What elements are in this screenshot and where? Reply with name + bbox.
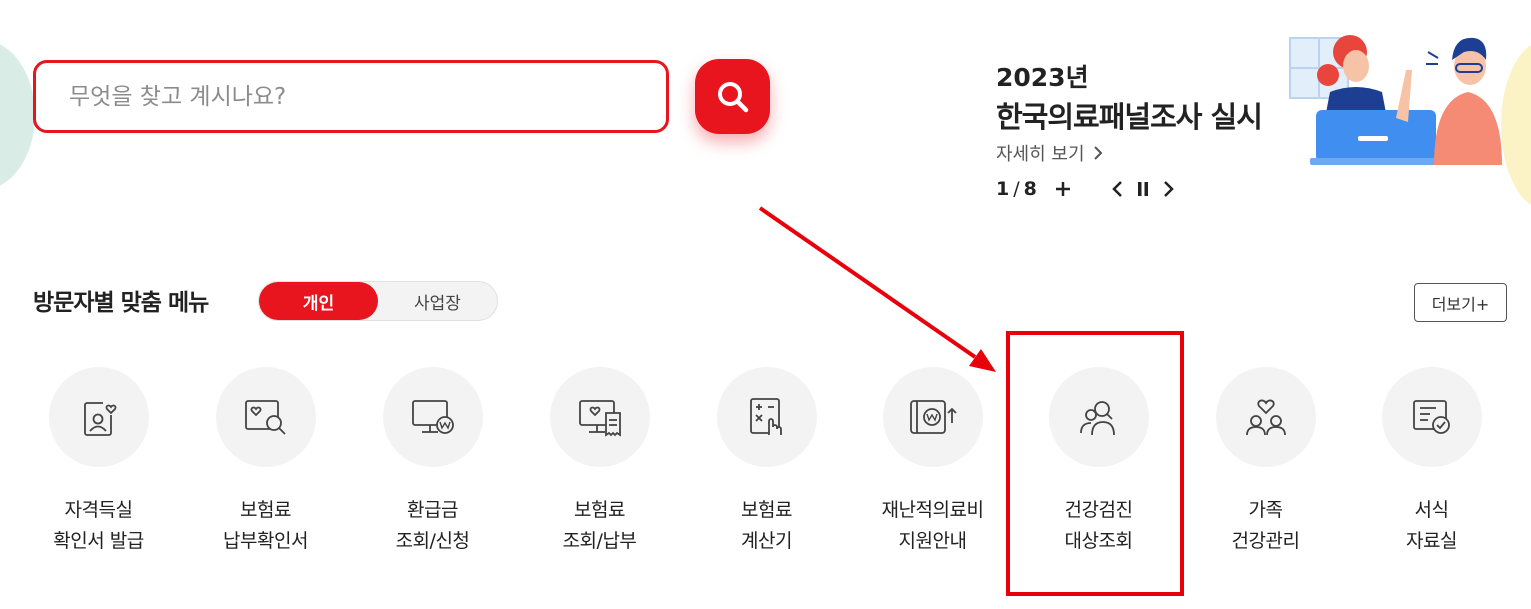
id-card-heart-icon	[83, 402, 116, 436]
visitor-type-toggle: 개인 사업장	[258, 281, 498, 321]
menu-icon-circle	[382, 367, 483, 467]
menu-icon-circle	[882, 367, 983, 467]
search-box	[33, 60, 669, 133]
banner-title: 한국의료패널조사 실시	[996, 100, 1263, 134]
monitor-receipt-icon	[578, 400, 621, 437]
plus-icon	[1055, 182, 1070, 196]
pager-pause-button[interactable]	[1137, 181, 1149, 197]
pager-next-button[interactable]	[1163, 180, 1175, 198]
pager-current: 1	[996, 178, 1010, 200]
menu-item-health-checkup-eligibility[interactable]: 건강검진 대상조회	[1015, 367, 1182, 567]
menu-icon-circle	[1215, 367, 1316, 467]
menu-icon-circle	[549, 367, 650, 467]
menu-icon-circle	[1048, 367, 1149, 467]
menu-item-label: 보험료 계산기	[741, 499, 792, 552]
people-search-icon	[1079, 401, 1115, 436]
search-input[interactable]	[36, 63, 666, 130]
document-search-icon	[244, 400, 286, 435]
menu-icon-circle	[716, 367, 817, 467]
pager-separator: /	[1013, 178, 1020, 200]
menu-item-label: 건강검진 대상조회	[1064, 499, 1133, 552]
menu-item-label: 환급금 조회/신청	[395, 499, 470, 552]
form-check-icon	[1412, 400, 1450, 434]
chevron-right-icon	[1163, 181, 1174, 197]
menu-item-catastrophic-medical-support[interactable]: 재난적의료비 지원안내	[849, 367, 1016, 567]
decorative-circle-left	[0, 40, 35, 190]
chevron-left-icon	[1112, 181, 1122, 197]
banner-more-label: 자세히 보기	[996, 144, 1085, 165]
menu-icon-circle	[48, 367, 149, 467]
menu-heading: 방문자별 맞춤 메뉴	[33, 290, 209, 316]
search-icon	[717, 81, 748, 112]
menu-item-eligibility-certificate[interactable]: 자격득실 확인서 발급	[15, 367, 182, 567]
menu-item-premium-payment-certificate[interactable]: 보험료 납부확인서	[182, 367, 349, 567]
banner-year: 2023년	[996, 63, 1089, 92]
pager-total: 8	[1023, 178, 1037, 200]
pause-icon	[1137, 182, 1148, 196]
menu-item-label: 자격득실 확인서 발급	[53, 499, 144, 552]
pager-expand-button[interactable]	[1055, 181, 1071, 197]
menu-item-forms-library[interactable]: 서식 자료실	[1348, 367, 1515, 567]
menu-item-label: 서식 자료실	[1406, 499, 1457, 552]
menu-item-premium-calculator[interactable]: 보험료 계산기	[683, 367, 850, 567]
banner-pager: 1 / 8	[996, 178, 1175, 200]
menu-item-label: 재난적의료비 지원안내	[881, 499, 984, 552]
menu-item-premium-inquiry-payment[interactable]: 보험료 조회/납부	[516, 367, 683, 567]
menu-icon-circle	[215, 367, 316, 467]
menu-item-refund-inquiry[interactable]: 환급금 조회/신청	[349, 367, 516, 567]
more-button[interactable]: 더보기+	[1414, 283, 1507, 322]
toggle-personal[interactable]: 개인	[259, 282, 378, 320]
banner-illustration	[1289, 35, 1502, 165]
menu-item-family-health-management[interactable]: 가족 건강관리	[1182, 367, 1349, 567]
menu-item-label: 보험료 납부확인서	[223, 499, 308, 552]
toggle-business[interactable]: 사업장	[378, 282, 497, 320]
menu-item-label: 보험료 조회/납부	[562, 499, 637, 552]
menu-icon-circle	[1381, 367, 1482, 467]
family-heart-icon	[1245, 399, 1286, 436]
menu-item-label: 가족 건강관리	[1231, 499, 1300, 552]
wallet-won-icon	[909, 400, 957, 434]
banner-more-link[interactable]: 자세히 보기	[996, 140, 1103, 166]
monitor-won-icon	[411, 400, 454, 434]
chevron-right-icon	[1093, 146, 1102, 160]
pager-prev-button[interactable]	[1111, 180, 1123, 198]
search-button[interactable]	[695, 59, 770, 134]
calculator-hand-icon	[749, 398, 782, 435]
